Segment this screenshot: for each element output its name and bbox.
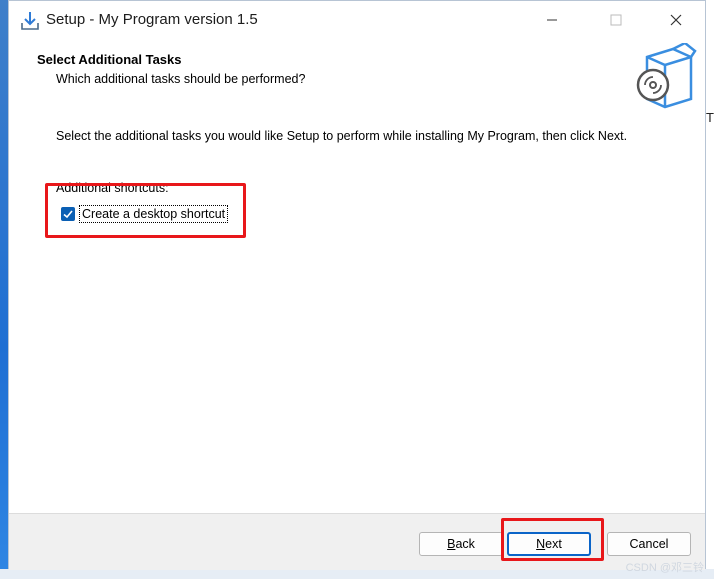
title-bar[interactable]: Setup - My Program version 1.5: [9, 1, 705, 39]
highlight-box-next: [501, 518, 604, 561]
wizard-content: Select the additional tasks you would li…: [9, 115, 705, 513]
close-icon: [670, 14, 682, 26]
wizard-header: Select Additional Tasks Which additional…: [9, 39, 705, 115]
highlight-box-tasks: [45, 183, 246, 238]
maximize-button[interactable]: [593, 1, 639, 39]
setup-wizard-window: Setup - My Program version 1.5 Select Ad…: [8, 0, 706, 570]
wizard-footer: Back Next Cancel: [9, 513, 705, 570]
page-title: Select Additional Tasks: [37, 52, 182, 67]
instruction-text: Select the additional tasks you would li…: [56, 129, 628, 143]
desktop-background-right: [706, 0, 714, 579]
install-download-icon: [19, 10, 41, 32]
desktop-bottom-strip: [0, 569, 714, 579]
close-button[interactable]: [653, 1, 699, 39]
maximize-icon: [610, 14, 622, 26]
watermark: CSDN @邓三铃: [625, 562, 704, 574]
background-window-text: T: [706, 110, 714, 125]
software-box-disc-icon: [633, 41, 699, 109]
minimize-button[interactable]: [529, 1, 575, 39]
window-title: Setup - My Program version 1.5: [46, 11, 258, 28]
back-label: ack: [455, 537, 475, 551]
minimize-icon: [547, 19, 557, 21]
back-button[interactable]: Back: [419, 532, 503, 556]
back-accelerator: B: [447, 537, 456, 551]
cancel-button[interactable]: Cancel: [607, 532, 691, 556]
page-subtitle: Which additional tasks should be perform…: [56, 72, 306, 86]
